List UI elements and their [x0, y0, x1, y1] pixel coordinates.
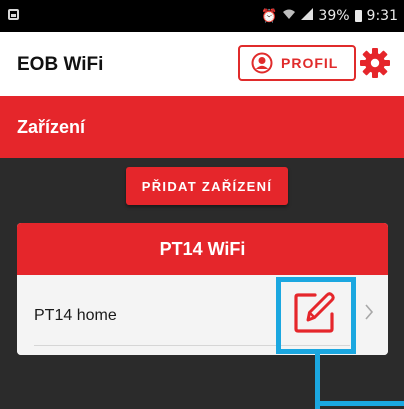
- profile-button-label: PROFIL: [281, 55, 339, 71]
- app-title: EOB WiFi: [17, 54, 104, 75]
- screenshot-icon: [8, 9, 19, 20]
- gear-icon[interactable]: [359, 47, 391, 79]
- device-name: PT14 home: [34, 307, 117, 324]
- app-bar: EOB WiFi PROFIL: [0, 32, 404, 96]
- signal-icon: [301, 8, 314, 24]
- status-bar: ⏰ 39% 9:31: [0, 0, 404, 32]
- section-title: Zařízení: [17, 117, 86, 137]
- profile-button[interactable]: PROFIL: [238, 45, 356, 81]
- battery-percent: 39%: [318, 8, 350, 24]
- edit-icon[interactable]: [293, 290, 335, 334]
- user-circle-icon: [251, 52, 273, 74]
- device-card: PT14 WiFi PT14 home: [17, 223, 388, 355]
- list-item[interactable]: PT14 home: [17, 275, 388, 355]
- status-icons: ⏰ 39% 9:31: [261, 8, 398, 24]
- add-device-button[interactable]: PŘIDAT ZAŘÍZENÍ: [126, 167, 288, 205]
- device-card-header: PT14 WiFi: [17, 223, 388, 275]
- clock: 9:31: [366, 8, 398, 24]
- alarm-icon: ⏰: [261, 8, 278, 24]
- section-header: Zařízení: [0, 96, 404, 158]
- chevron-right-icon: [365, 304, 374, 320]
- row-divider: [34, 345, 350, 346]
- battery-icon: [354, 10, 362, 22]
- wifi-icon: [282, 8, 296, 24]
- highlight-connector-horizontal: [315, 401, 404, 406]
